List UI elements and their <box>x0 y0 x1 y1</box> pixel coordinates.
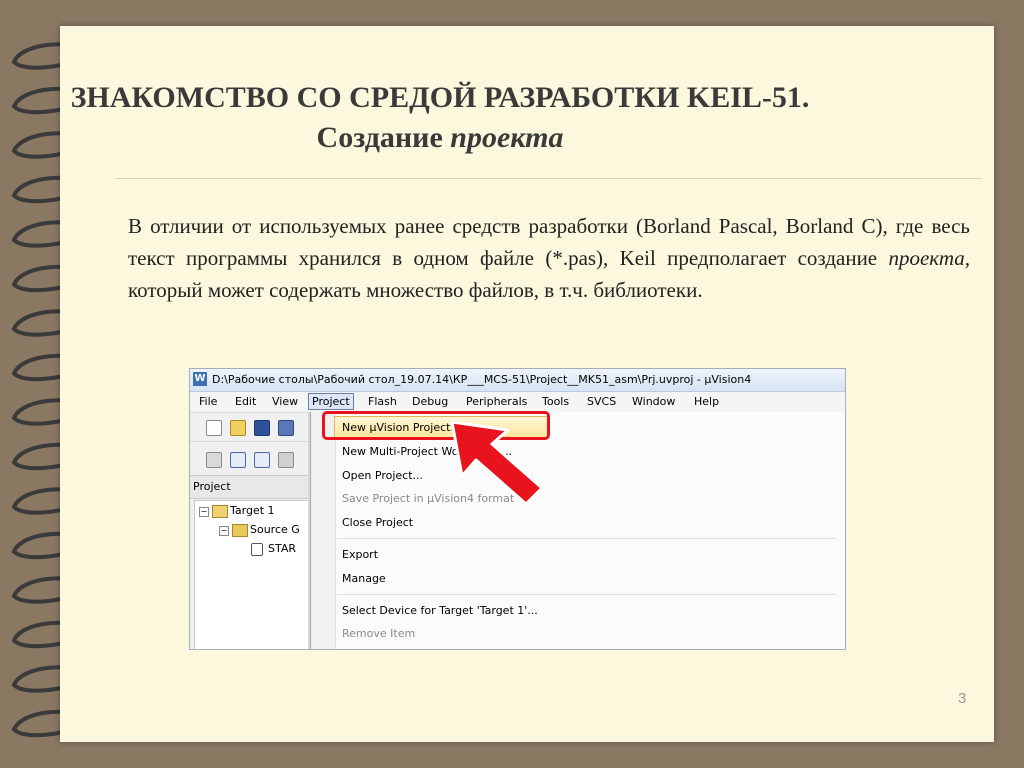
menu-bar: File Edit View Project Flash Debug Perip… <box>190 392 845 413</box>
menu-item-select-device[interactable]: Select Device for Target 'Target 1'... <box>342 604 538 617</box>
collapse-target-icon[interactable]: − <box>199 507 209 517</box>
menu-view[interactable]: View <box>272 395 298 408</box>
title-line-2: Создание проекта <box>60 118 820 158</box>
uvision-app-icon: W <box>193 372 207 386</box>
title-line-2-italic: проекта <box>450 121 564 154</box>
menu-debug[interactable]: Debug <box>412 395 448 408</box>
slide-title: ЗНАКОМСТВО СО СРЕДОЙ РАЗРАБОТКИ KEIL-51.… <box>60 78 820 158</box>
source-file-icon <box>251 543 263 556</box>
menu-gutter <box>311 412 336 649</box>
menu-item-open-project[interactable]: Open Project... <box>342 469 423 482</box>
collapse-group-icon[interactable]: − <box>219 526 229 536</box>
file-toolbar <box>190 413 308 442</box>
window-titlebar: W D:\Рабочие столы\Рабочий стол_19.07.14… <box>190 369 845 392</box>
build-icon[interactable] <box>230 452 246 468</box>
menu-peripherals[interactable]: Peripherals <box>466 395 527 408</box>
tree-source-group[interactable]: Source G <box>250 523 300 536</box>
title-line-2-normal: Создание <box>316 121 451 154</box>
project-panel-label: Project <box>193 480 231 493</box>
menu-help[interactable]: Help <box>694 395 719 408</box>
menu-svcs[interactable]: SVCS <box>587 395 616 408</box>
translate-icon[interactable] <box>206 452 222 468</box>
menu-item-remove-item: Remove Item <box>342 627 416 640</box>
project-panel-header: Project <box>190 475 308 499</box>
menu-window[interactable]: Window <box>632 395 675 408</box>
save-all-icon[interactable] <box>278 420 294 436</box>
slide-number: 3 <box>958 690 967 707</box>
paragraph-part-1: В отличии от используемых ранее средств … <box>128 214 970 270</box>
menu-tools[interactable]: Tools <box>542 395 569 408</box>
paragraph-italic: проекта, <box>888 246 970 270</box>
menu-separator <box>337 538 837 539</box>
new-file-icon[interactable] <box>206 420 222 436</box>
tree-source-file[interactable]: STAR <box>268 542 296 555</box>
menu-item-close-project[interactable]: Close Project <box>342 516 413 529</box>
build-toolbar <box>190 445 308 473</box>
rebuild-icon[interactable] <box>254 452 270 468</box>
open-folder-icon[interactable] <box>230 420 246 436</box>
menu-edit[interactable]: Edit <box>235 395 256 408</box>
target-folder-icon <box>212 505 228 518</box>
menu-separator <box>337 594 837 595</box>
title-line-1: ЗНАКОМСТВО СО СРЕДОЙ РАЗРАБОТКИ KEIL-51. <box>70 81 810 114</box>
batch-build-icon[interactable] <box>278 452 294 468</box>
title-divider <box>115 178 982 179</box>
menu-project[interactable]: Project <box>308 393 354 410</box>
project-menu-dropdown: New µVision Project... New Multi-Project… <box>310 412 845 649</box>
menu-item-manage[interactable]: Manage <box>342 572 386 585</box>
save-icon[interactable] <box>254 420 270 436</box>
project-tree: − Target 1 − Source G STAR <box>194 500 310 649</box>
menu-file[interactable]: File <box>199 395 217 408</box>
slide-paragraph: В отличии от используемых ранее средств … <box>128 210 970 306</box>
paragraph-part-2: который может содержать множество файлов… <box>128 278 703 302</box>
pointer-arrow-icon <box>450 420 544 506</box>
group-folder-icon <box>232 524 248 537</box>
window-title: D:\Рабочие столы\Рабочий стол_19.07.14\К… <box>212 373 752 386</box>
menu-flash[interactable]: Flash <box>368 395 397 408</box>
tree-target[interactable]: Target 1 <box>230 504 275 517</box>
menu-item-export[interactable]: Export <box>342 548 378 561</box>
